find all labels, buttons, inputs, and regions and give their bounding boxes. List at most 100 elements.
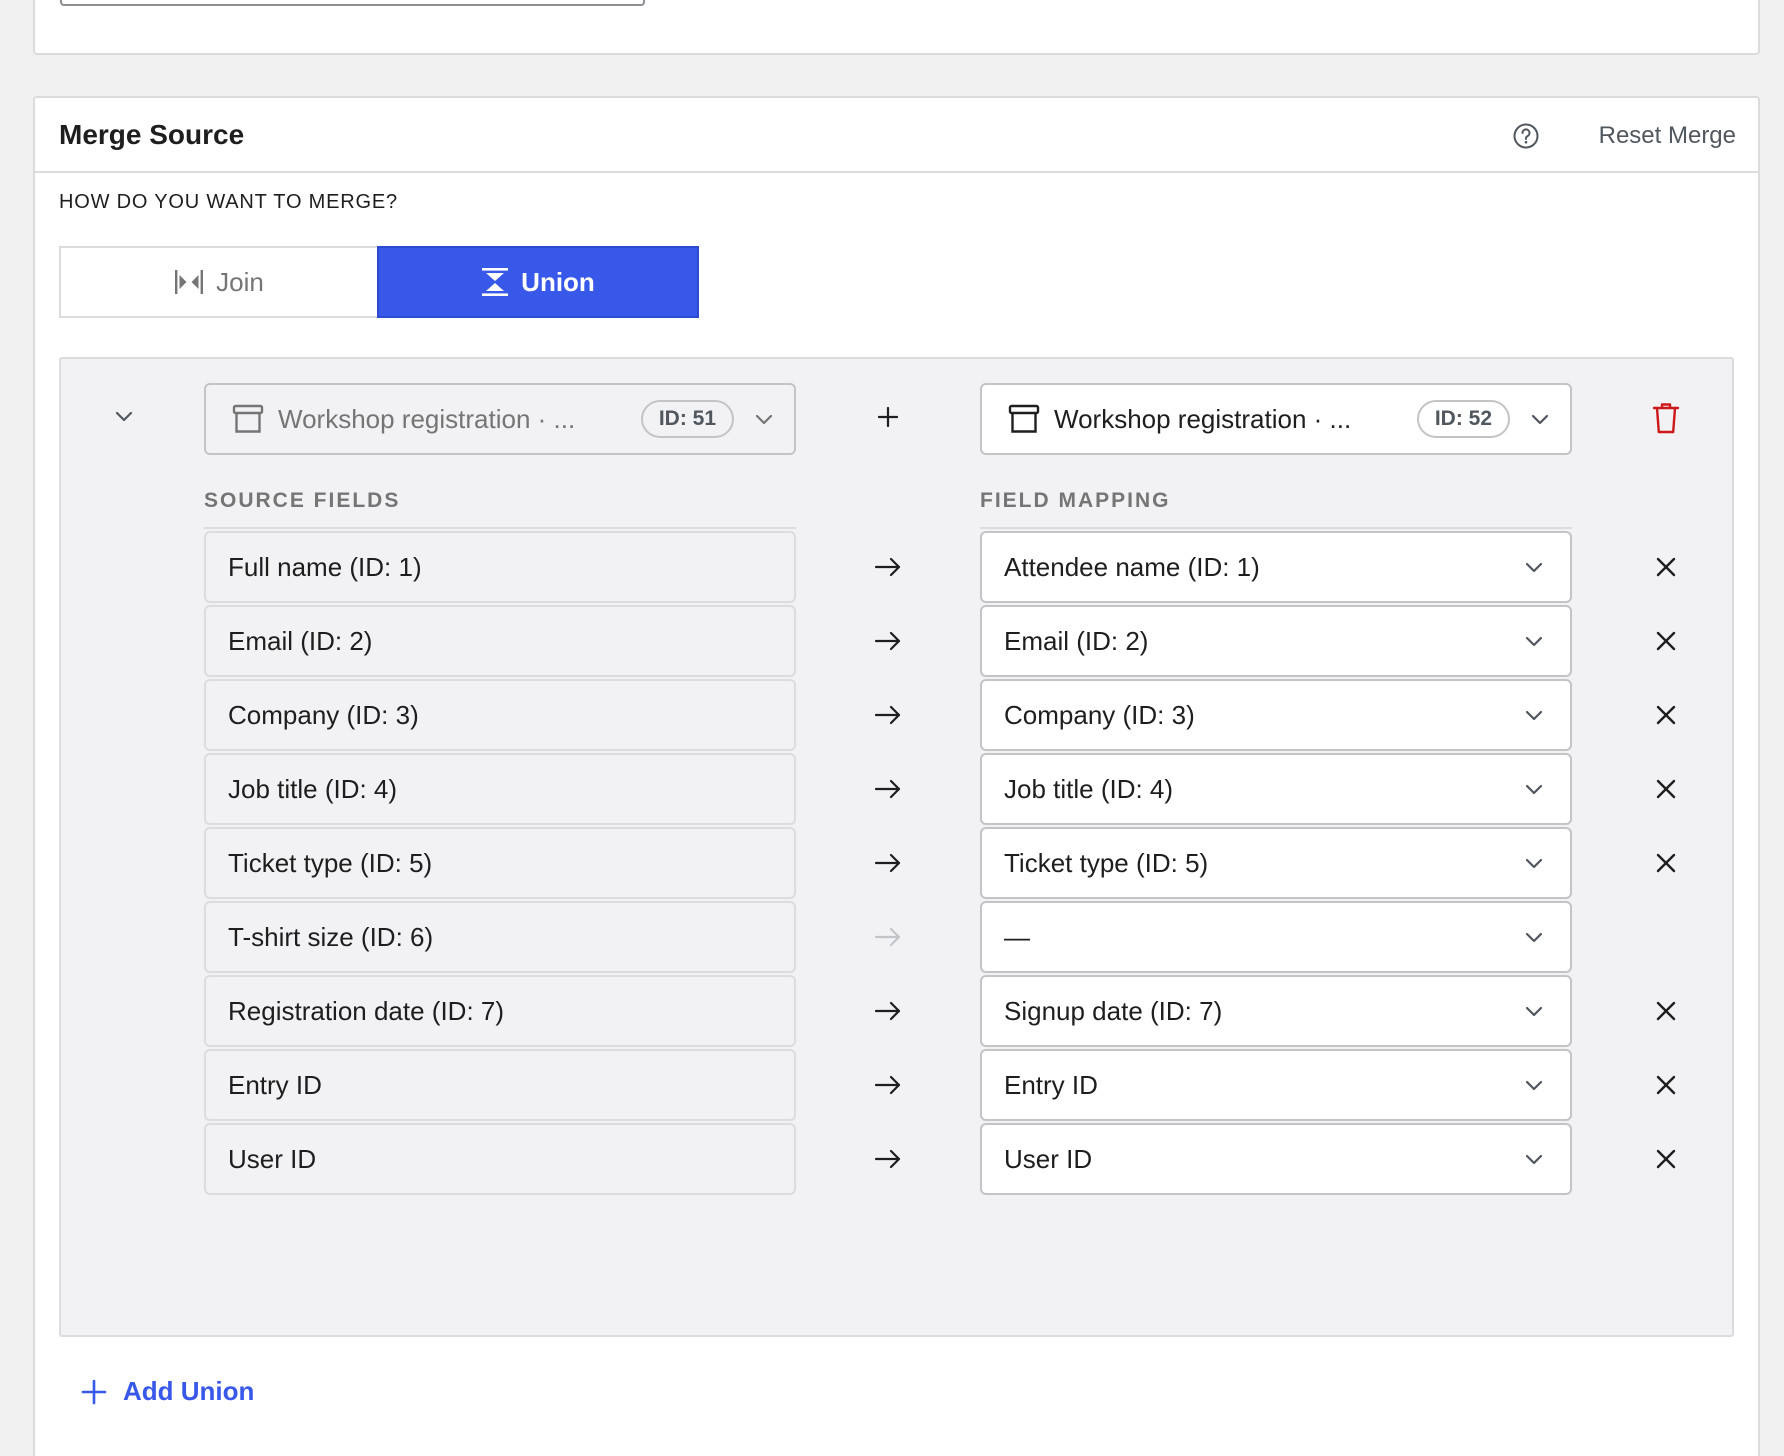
chevron-down-icon xyxy=(1525,1006,1543,1017)
table-row: Ticket type (ID: 5) Ticket type (ID: 5) xyxy=(61,827,1732,899)
add-union-label: Add Union xyxy=(123,1376,255,1406)
chevron-down-icon[interactable] xyxy=(111,403,137,429)
field-mapping-select[interactable]: — xyxy=(980,901,1572,973)
plus-icon xyxy=(81,1379,107,1404)
source-field-label: Full name (ID: 1) xyxy=(228,551,422,582)
target-form-id-badge: ID: 52 xyxy=(1416,400,1510,438)
field-mapping-select[interactable]: Ticket type (ID: 5) xyxy=(980,827,1572,899)
source-field: Full name (ID: 1) xyxy=(204,531,796,603)
target-form-select[interactable]: Workshop registration · ... ID: 52 xyxy=(980,383,1572,455)
source-form-select[interactable]: Workshop registration · ... ID: 51 xyxy=(204,383,796,455)
field-mapping-value: Email (ID: 2) xyxy=(1004,625,1149,656)
source-field-label: T-shirt size (ID: 6) xyxy=(228,921,434,952)
field-mapping-select[interactable]: User ID xyxy=(980,1123,1572,1195)
field-mapping-value: User ID xyxy=(1004,1143,1093,1174)
field-mapping-value: Entry ID xyxy=(1004,1069,1098,1100)
close-icon[interactable] xyxy=(1655,852,1677,874)
merge-question-label: HOW DO YOU WANT TO MERGE? xyxy=(59,191,398,213)
field-mapping-select[interactable]: Job title (ID: 4) xyxy=(980,753,1572,825)
chevron-down-icon xyxy=(1525,858,1543,869)
merge-mode-toggle: Join Union xyxy=(59,246,699,318)
card-title: Merge Source xyxy=(59,119,245,150)
source-field-label: User ID xyxy=(228,1143,317,1174)
chevron-down-icon xyxy=(1525,1080,1543,1091)
join-icon xyxy=(175,270,204,294)
field-mapping-select[interactable]: Entry ID xyxy=(980,1049,1572,1121)
source-field: Registration date (ID: 7) xyxy=(204,975,796,1047)
field-mapping-select[interactable]: Company (ID: 3) xyxy=(980,679,1572,751)
chevron-down-icon xyxy=(1525,1154,1543,1165)
table-row: Company (ID: 3) Company (ID: 3) xyxy=(61,679,1732,751)
source-field: Entry ID xyxy=(204,1049,796,1121)
arrow-right-icon xyxy=(873,629,903,653)
page: Merge Source Reset Merge HOW DO YOU WANT… xyxy=(0,0,1784,1456)
arrow-right-icon xyxy=(873,1073,903,1097)
union-icon xyxy=(482,268,509,296)
source-field-label: Ticket type (ID: 5) xyxy=(228,847,433,878)
previous-card-input[interactable] xyxy=(60,0,645,6)
table-row: Job title (ID: 4) Job title (ID: 4) xyxy=(61,753,1732,825)
arrow-right-icon xyxy=(873,999,903,1023)
table-row: Registration date (ID: 7) Signup date (ID… xyxy=(61,975,1732,1047)
arrow-right-icon xyxy=(873,925,903,949)
field-mapping-select[interactable]: Signup date (ID: 7) xyxy=(980,975,1572,1047)
close-icon[interactable] xyxy=(1655,1074,1677,1096)
close-icon[interactable] xyxy=(1655,556,1677,578)
arrow-right-icon xyxy=(873,703,903,727)
close-icon[interactable] xyxy=(1655,1000,1677,1022)
chevron-down-icon xyxy=(1525,636,1543,647)
form-archive-icon xyxy=(232,404,264,433)
source-field-label: Job title (ID: 4) xyxy=(228,773,398,804)
source-field: Company (ID: 3) xyxy=(204,679,796,751)
union-label: Union xyxy=(521,266,595,297)
chevron-down-icon xyxy=(1531,414,1549,425)
source-field-label: Registration date (ID: 7) xyxy=(228,995,505,1026)
reset-merge-button[interactable]: Reset Merge xyxy=(1599,122,1736,150)
source-form-name: Workshop registration · ... xyxy=(278,403,576,434)
previous-card xyxy=(33,0,1760,55)
field-mapping-value: Job title (ID: 4) xyxy=(1004,773,1174,804)
target-form-name: Workshop registration · ... xyxy=(1054,403,1352,434)
chevron-down-icon xyxy=(755,414,773,425)
source-field: Job title (ID: 4) xyxy=(204,753,796,825)
union-panel: Workshop registration · ... ID: 51 Works… xyxy=(59,357,1734,1337)
source-form-id-badge: ID: 51 xyxy=(640,400,734,438)
field-mapping-value: Signup date (ID: 7) xyxy=(1004,995,1223,1026)
chevron-down-icon xyxy=(1525,784,1543,795)
close-icon[interactable] xyxy=(1655,1148,1677,1170)
join-mode-button[interactable]: Join xyxy=(59,246,377,318)
source-field: Email (ID: 2) xyxy=(204,605,796,677)
chevron-down-icon xyxy=(1525,932,1543,943)
chevron-down-icon xyxy=(1525,562,1543,573)
form-archive-icon xyxy=(1008,404,1040,433)
chevron-down-icon xyxy=(1525,710,1543,721)
close-icon[interactable] xyxy=(1655,704,1677,726)
source-field-label: Company (ID: 3) xyxy=(228,699,419,730)
plus-icon xyxy=(876,405,900,429)
source-field: T-shirt size (ID: 6) xyxy=(204,901,796,973)
arrow-right-icon xyxy=(873,851,903,875)
source-fields-header: SOURCE FIELDS xyxy=(204,489,796,529)
merge-source-card: Merge Source Reset Merge HOW DO YOU WANT… xyxy=(33,96,1760,1456)
table-row: T-shirt size (ID: 6) — xyxy=(61,901,1732,973)
arrow-right-icon xyxy=(873,555,903,579)
add-union-button[interactable]: Add Union xyxy=(81,1376,254,1407)
field-mapping-header: FIELD MAPPING xyxy=(980,489,1572,529)
source-field: User ID xyxy=(204,1123,796,1195)
join-label: Join xyxy=(216,266,264,297)
trash-icon[interactable] xyxy=(1651,401,1681,435)
table-row: Full name (ID: 1) Attendee name (ID: 1) xyxy=(61,531,1732,603)
field-mapping-value: Company (ID: 3) xyxy=(1004,699,1195,730)
arrow-right-icon xyxy=(873,777,903,801)
card-header: Merge Source Reset Merge xyxy=(35,98,1758,173)
table-row: User ID User ID xyxy=(61,1123,1732,1195)
help-circle-icon[interactable] xyxy=(1512,122,1540,150)
close-icon[interactable] xyxy=(1655,630,1677,652)
source-field-label: Email (ID: 2) xyxy=(228,625,373,656)
field-mapping-value: — xyxy=(1004,921,1030,952)
union-mode-button[interactable]: Union xyxy=(377,246,699,318)
close-icon[interactable] xyxy=(1655,778,1677,800)
field-mapping-select[interactable]: Email (ID: 2) xyxy=(980,605,1572,677)
field-mapping-select[interactable]: Attendee name (ID: 1) xyxy=(980,531,1572,603)
source-field-label: Entry ID xyxy=(228,1069,322,1100)
